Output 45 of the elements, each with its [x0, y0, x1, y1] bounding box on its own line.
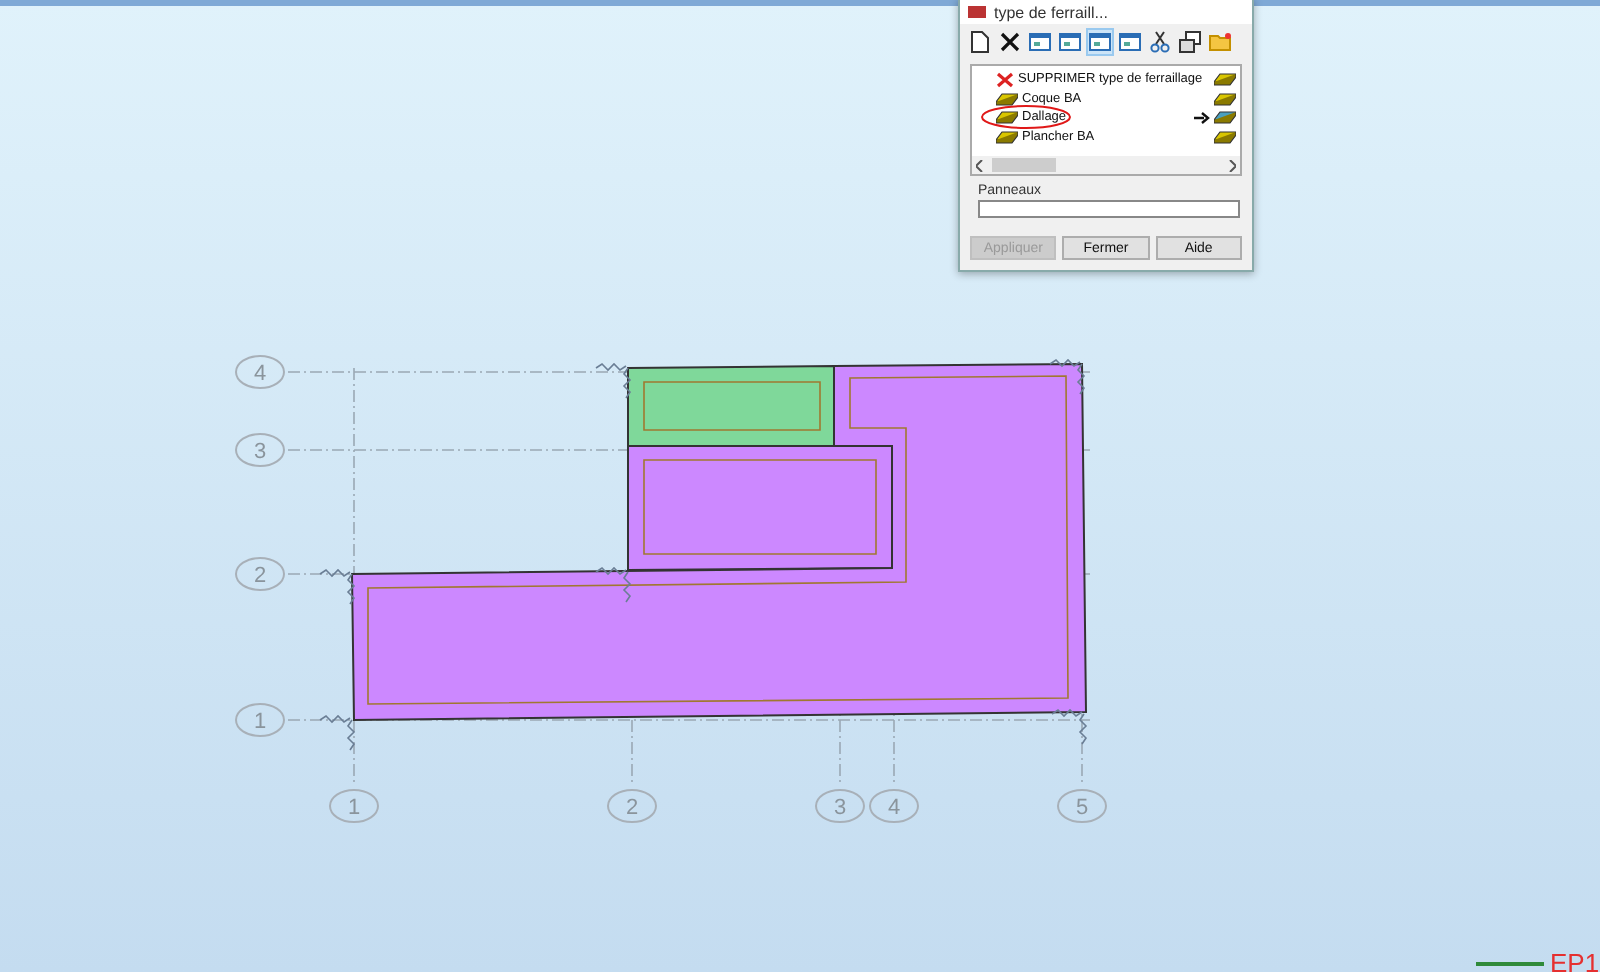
- support-icon: [1049, 358, 1086, 395]
- panel-icon: [1028, 30, 1052, 54]
- legend-line: [1476, 962, 1544, 966]
- slab-icon: [996, 129, 1018, 144]
- page-icon: [968, 30, 992, 54]
- axis-label: 4: [235, 355, 285, 389]
- legend-label: EP1: [1550, 948, 1600, 972]
- folder-icon: [1208, 30, 1232, 54]
- panel-icon: [1058, 30, 1082, 54]
- toolbar-button[interactable]: [998, 30, 1022, 54]
- axis-label: 3: [815, 789, 865, 823]
- support-icon: [595, 566, 632, 603]
- app-icon: [968, 4, 986, 20]
- axis-label: 5: [1057, 789, 1107, 823]
- cross-icon: [996, 71, 1014, 88]
- support-icon: [319, 568, 356, 605]
- toolbar-button[interactable]: [968, 30, 992, 54]
- cross-icon: [998, 30, 1022, 54]
- panel-icon: [1088, 30, 1112, 54]
- axis-label: 2: [235, 557, 285, 591]
- arrow-icon: [1194, 111, 1210, 124]
- panels-input[interactable]: [978, 200, 1240, 218]
- toolbar-button[interactable]: [1178, 30, 1202, 54]
- axis-label: 1: [235, 703, 285, 737]
- slab-icon: [1214, 129, 1236, 144]
- axis-label: 2: [607, 789, 657, 823]
- scroll-right-icon[interactable]: [1228, 159, 1236, 171]
- panel-icon: [1118, 30, 1142, 54]
- scrollbar-thumb[interactable]: [992, 158, 1056, 172]
- slab-icon: [996, 110, 1018, 125]
- slab-icon: [1214, 91, 1236, 106]
- window-title: type de ferraill...: [994, 3, 1108, 21]
- window-stack-icon: [1178, 30, 1202, 54]
- support-icon: [319, 714, 356, 751]
- slab-icon: [1214, 72, 1236, 87]
- slab-icon: [996, 91, 1018, 106]
- support-icon: [1051, 708, 1088, 745]
- scissors-icon: [1148, 30, 1172, 54]
- axis-label: 3: [235, 433, 285, 467]
- axis-label: 4: [869, 789, 919, 823]
- scroll-left-icon[interactable]: [976, 159, 984, 171]
- toolbar-button[interactable]: [1148, 30, 1172, 54]
- axis-label: 1: [329, 789, 379, 823]
- slab-icon: [1214, 110, 1236, 125]
- support-icon: [595, 362, 632, 399]
